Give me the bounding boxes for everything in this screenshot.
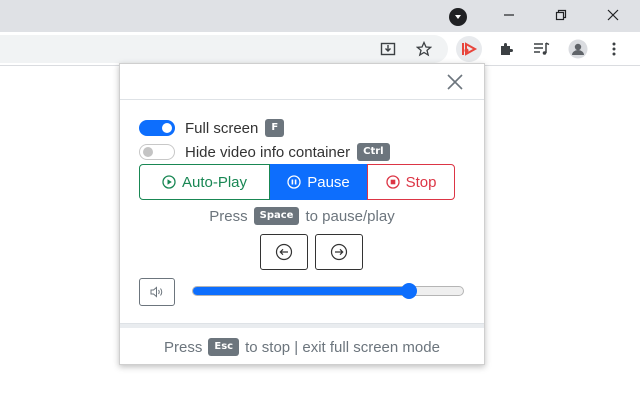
install-app-icon[interactable] bbox=[376, 37, 400, 61]
hide-info-label: Hide video info container bbox=[185, 143, 351, 161]
volume-slider-thumb[interactable] bbox=[401, 283, 417, 299]
close-window-button[interactable] bbox=[590, 0, 636, 30]
volume-icon bbox=[150, 286, 163, 298]
restore-button[interactable] bbox=[538, 0, 584, 30]
popup-header bbox=[120, 64, 484, 100]
space-hint-prefix: Press bbox=[209, 207, 248, 225]
volume-button[interactable] bbox=[139, 278, 175, 306]
esc-hint: Press Esc to stop | exit full screen mod… bbox=[120, 338, 484, 356]
space-hint: Press Space to pause/play bbox=[120, 207, 484, 225]
esc-key-badge: Esc bbox=[208, 338, 240, 356]
media-controls-icon[interactable] bbox=[530, 37, 554, 61]
esc-hint-suffix: to stop | exit full screen mode bbox=[245, 338, 440, 356]
space-key-badge: Space bbox=[253, 207, 300, 225]
stop-button[interactable]: Stop bbox=[367, 164, 455, 200]
pause-circle-icon bbox=[287, 175, 301, 189]
profile-avatar-icon[interactable] bbox=[566, 37, 590, 61]
esc-hint-prefix: Press bbox=[164, 338, 203, 356]
pause-label: Pause bbox=[307, 173, 350, 191]
space-hint-suffix: to pause/play bbox=[305, 207, 395, 225]
arrow-left-circle-icon bbox=[275, 243, 293, 261]
footer-divider bbox=[120, 323, 484, 328]
bookmark-star-icon[interactable] bbox=[412, 37, 436, 61]
stop-label: Stop bbox=[405, 173, 437, 191]
seek-forward-button[interactable] bbox=[315, 234, 363, 270]
play-circle-icon bbox=[162, 175, 176, 189]
fullscreen-row: Full screen F bbox=[139, 119, 285, 137]
fullscreen-label: Full screen bbox=[185, 119, 259, 137]
fullscreen-shortcut-badge: F bbox=[265, 119, 285, 137]
stop-circle-icon bbox=[385, 175, 400, 189]
tab-search-icon[interactable] bbox=[449, 8, 467, 26]
volume-slider-fill bbox=[193, 287, 409, 295]
pause-button[interactable]: Pause bbox=[270, 164, 367, 200]
video-extension-icon[interactable] bbox=[456, 36, 482, 62]
browser-toolbar bbox=[0, 32, 640, 66]
fullscreen-toggle[interactable] bbox=[139, 120, 175, 136]
hide-info-shortcut-badge: Ctrl bbox=[357, 143, 390, 161]
browser-titlebar bbox=[0, 0, 640, 32]
extensions-puzzle-icon[interactable] bbox=[494, 37, 518, 61]
more-menu-icon[interactable] bbox=[602, 37, 626, 61]
extension-popup: Full screen F Hide video info container … bbox=[119, 63, 485, 365]
playback-button-group: Auto-Play Pause Stop bbox=[139, 164, 455, 200]
close-icon[interactable] bbox=[446, 73, 464, 91]
hide-info-row: Hide video info container Ctrl bbox=[139, 143, 390, 161]
seek-back-button[interactable] bbox=[260, 234, 308, 270]
volume-slider[interactable] bbox=[192, 283, 464, 299]
hide-info-toggle[interactable] bbox=[139, 144, 175, 160]
arrow-right-circle-icon bbox=[330, 243, 348, 261]
autoplay-button[interactable]: Auto-Play bbox=[139, 164, 270, 200]
autoplay-label: Auto-Play bbox=[181, 173, 248, 191]
minimize-button[interactable] bbox=[486, 0, 532, 30]
